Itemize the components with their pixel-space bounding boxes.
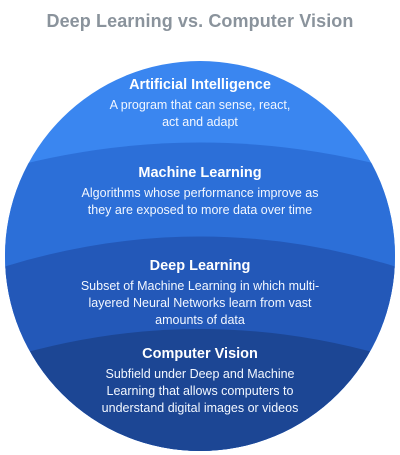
ai-layer-description: A program that can sense, react, act and… — [109, 98, 291, 129]
dl-layer-description: Subset of Machine Learning in which mult… — [80, 279, 320, 327]
ml-layer-description: Algorithms whose performance improve as … — [81, 186, 319, 217]
ai-layer-label: Artificial Intelligence A program that c… — [40, 76, 360, 131]
diagram-stage: Deep Learning vs. Computer Vision Artifi… — [0, 0, 400, 455]
dl-layer-label: Deep Learning Subset of Machine Learning… — [40, 257, 360, 329]
cv-layer-description: Subfield under Deep and Machine Learning… — [101, 367, 299, 415]
cv-layer-title: Computer Vision — [142, 346, 258, 362]
dl-layer-title: Deep Learning — [149, 258, 251, 274]
ai-layer-title: Artificial Intelligence — [129, 77, 271, 93]
cv-layer-label: Computer Vision Subfield under Deep and … — [40, 345, 360, 417]
ml-layer-label: Machine Learning Algorithms whose perfor… — [40, 164, 360, 219]
ml-layer-title: Machine Learning — [138, 165, 262, 181]
